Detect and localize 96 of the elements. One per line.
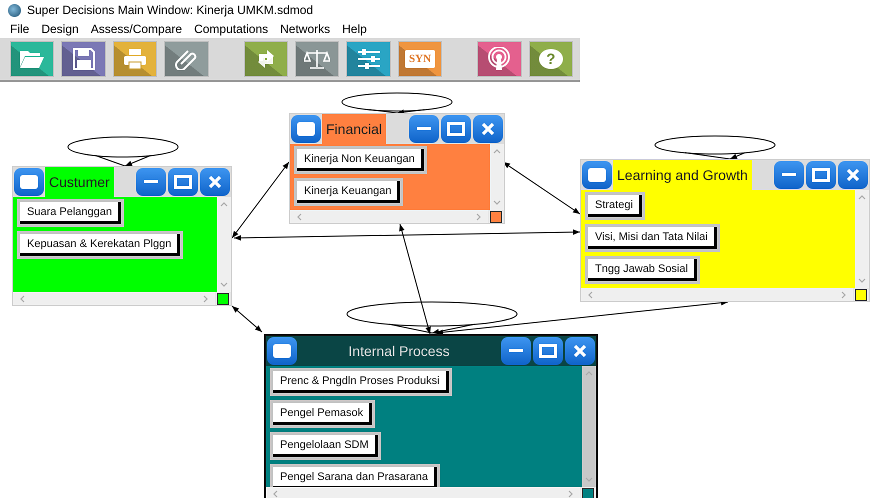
- toolbar-button[interactable]: [164, 41, 209, 77]
- scroll-up-icon[interactable]: [858, 194, 866, 200]
- minimize-icon: [782, 173, 796, 177]
- vertical-scrollbar[interactable]: [490, 144, 504, 210]
- menu-item[interactable]: Help: [342, 22, 367, 36]
- horizontal-scrollbar[interactable]: [290, 210, 488, 223]
- close-button[interactable]: [473, 115, 503, 143]
- minimize-icon: [509, 349, 523, 353]
- broadcast-icon: [487, 47, 512, 71]
- resize-handle[interactable]: [582, 488, 594, 498]
- maximize-button[interactable]: [533, 337, 563, 365]
- close-button[interactable]: [565, 337, 595, 365]
- node-button[interactable]: Strategi: [585, 192, 645, 220]
- maximize-icon: [539, 344, 557, 358]
- node-button[interactable]: Visi, Misi dan Tata Nilai: [585, 224, 720, 252]
- connector-arrow: [232, 306, 262, 332]
- printer-icon: [123, 48, 148, 70]
- node-button[interactable]: Kinerja Non Keuangan: [294, 146, 427, 174]
- minimize-icon: [144, 180, 158, 184]
- window-menu-button[interactable]: [14, 168, 44, 196]
- window-menu-button[interactable]: [291, 115, 321, 143]
- folder-icon: [19, 49, 46, 69]
- menu-item[interactable]: File: [10, 22, 30, 36]
- close-icon: [846, 168, 860, 182]
- vertical-scrollbar[interactable]: [855, 190, 869, 288]
- scroll-down-icon[interactable]: [220, 282, 228, 288]
- cluster-title: Custumer: [45, 167, 114, 197]
- minimize-button[interactable]: [774, 161, 804, 189]
- maximize-button[interactable]: [806, 161, 836, 189]
- sliders-icon: [356, 49, 381, 69]
- window-icon: [296, 121, 316, 137]
- maximize-button[interactable]: [441, 115, 471, 143]
- scroll-down-icon[interactable]: [493, 200, 501, 206]
- scroll-left-icon[interactable]: [296, 212, 302, 220]
- toolbar-button[interactable]: [10, 41, 54, 77]
- resize-handle[interactable]: [217, 292, 229, 304]
- window-menu-button[interactable]: [267, 337, 297, 365]
- maximize-icon: [174, 175, 192, 189]
- toolbar-button[interactable]: ?: [528, 41, 574, 77]
- scroll-right-icon[interactable]: [476, 212, 482, 220]
- minimize-button[interactable]: [501, 337, 531, 365]
- node-button[interactable]: Kinerja Keuangan: [294, 178, 404, 206]
- close-icon: [481, 122, 495, 136]
- scroll-left-icon[interactable]: [587, 290, 593, 298]
- node-button[interactable]: Kepuasan & Kerekatan Plggn: [17, 231, 184, 259]
- window-title: Super Decisions Main Window: Kinerja UMKM.sdmod: [27, 3, 314, 17]
- menu-item[interactable]: Computations: [194, 22, 268, 36]
- window-icon: [19, 174, 39, 190]
- scroll-up-icon[interactable]: [220, 201, 228, 207]
- menu-item[interactable]: Design: [41, 22, 79, 36]
- scroll-left-icon[interactable]: [272, 490, 278, 498]
- node-button[interactable]: Tngg Jawab Sosial: [585, 256, 700, 284]
- toolbar-button[interactable]: [61, 41, 106, 77]
- scroll-up-icon[interactable]: [493, 148, 501, 154]
- maximize-icon: [447, 122, 465, 136]
- scroll-down-icon[interactable]: [858, 278, 866, 284]
- horizontal-scrollbar[interactable]: [13, 292, 215, 305]
- close-icon: [208, 175, 222, 189]
- minimize-icon: [417, 127, 431, 131]
- node-button[interactable]: Pengel Pemasok: [270, 400, 376, 428]
- horizontal-scrollbar[interactable]: [266, 487, 580, 498]
- save-icon: [72, 48, 95, 70]
- menu-item[interactable]: Assess/Compare: [90, 22, 182, 36]
- window-icon: [587, 167, 607, 183]
- paperclip-icon: [175, 48, 198, 70]
- node-button[interactable]: Prenc & Pngdln Proses Produksi: [270, 368, 452, 396]
- scale-icon: [304, 49, 330, 69]
- scroll-right-icon[interactable]: [568, 490, 574, 498]
- vertical-scrollbar[interactable]: [217, 197, 231, 292]
- node-button[interactable]: Suara Pelanggan: [17, 199, 124, 227]
- toolbar-button[interactable]: [477, 41, 522, 77]
- toolbar-button[interactable]: [346, 41, 391, 77]
- minimize-button[interactable]: [136, 168, 166, 196]
- toolbar-button[interactable]: [112, 41, 158, 77]
- scroll-right-icon[interactable]: [203, 294, 209, 302]
- cluster-title: Learning and Growth: [613, 160, 752, 190]
- window-icon: [272, 343, 292, 359]
- minimize-button[interactable]: [409, 115, 439, 143]
- menu-item[interactable]: Networks: [280, 22, 330, 36]
- toolbar-button[interactable]: [295, 41, 340, 77]
- node-button[interactable]: Pengelolaan SDM: [270, 432, 381, 460]
- scroll-right-icon[interactable]: [841, 290, 847, 298]
- close-icon: [573, 344, 587, 358]
- resize-handle[interactable]: [855, 288, 867, 300]
- maximize-icon: [812, 168, 830, 182]
- scroll-left-icon[interactable]: [19, 294, 25, 302]
- close-button[interactable]: [838, 161, 868, 189]
- toolbar-button[interactable]: [244, 41, 288, 77]
- maximize-button[interactable]: [168, 168, 198, 196]
- window-menu-button[interactable]: [582, 161, 612, 189]
- app-icon: [8, 4, 21, 16]
- node-button[interactable]: Pengel Sarana dan Prasarana: [270, 464, 440, 487]
- horizontal-scrollbar[interactable]: [581, 288, 853, 301]
- close-button[interactable]: [200, 168, 230, 196]
- resize-handle[interactable]: [490, 210, 502, 222]
- cluster-title: Financial: [322, 114, 386, 144]
